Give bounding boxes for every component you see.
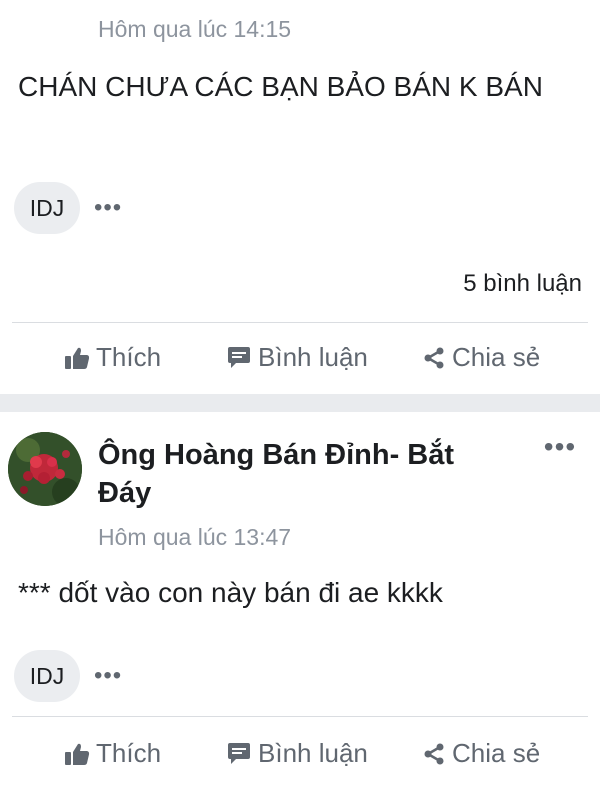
- comment-icon: [226, 346, 252, 370]
- reaction-row: IDJ •••: [14, 182, 122, 234]
- like-button[interactable]: Thích: [64, 738, 161, 769]
- share-label: Chia sẻ: [452, 342, 541, 372]
- comment-label: Bình luận: [258, 738, 368, 768]
- divider: [12, 716, 588, 717]
- like-label: Thích: [96, 738, 162, 768]
- post-timestamp[interactable]: Hôm qua lúc 13:47: [98, 522, 291, 552]
- reaction-sticker-button[interactable]: IDJ: [14, 650, 80, 702]
- share-button[interactable]: Chia sẻ: [422, 342, 540, 373]
- thumbs-up-icon: [64, 346, 90, 370]
- share-button[interactable]: Chia sẻ: [422, 738, 540, 769]
- thumbs-up-icon: [64, 742, 90, 766]
- post-timestamp[interactable]: Hôm qua lúc 14:15: [98, 14, 291, 44]
- post-actions: Thích Bình luận Chia sẻ: [0, 328, 600, 388]
- post-actions: Thích Bình luận Chia sẻ: [0, 724, 600, 784]
- comment-count[interactable]: 5 bình luận: [463, 268, 582, 300]
- more-reactions-button[interactable]: •••: [94, 196, 122, 220]
- like-button[interactable]: Thích: [64, 342, 161, 373]
- comment-button[interactable]: Bình luận: [226, 738, 368, 769]
- more-reactions-button[interactable]: •••: [94, 664, 122, 688]
- like-label: Thích: [96, 342, 162, 372]
- share-icon: [422, 742, 446, 766]
- news-feed: Hôm qua lúc 14:15 CHÁN CHƯA CÁC BẠN BẢO …: [0, 0, 600, 800]
- reaction-sticker-button[interactable]: IDJ: [14, 182, 80, 234]
- divider: [12, 322, 588, 323]
- reaction-row: IDJ •••: [14, 650, 122, 702]
- post-card: Ông Hoàng Bán Đỉnh- Bắt Đáy ••• Hôm qua …: [0, 412, 600, 800]
- comment-label: Bình luận: [258, 342, 368, 372]
- author-name[interactable]: Ông Hoàng Bán Đỉnh- Bắt Đáy: [98, 436, 498, 512]
- post-card: Hôm qua lúc 14:15 CHÁN CHƯA CÁC BẠN BẢO …: [0, 0, 600, 394]
- comment-icon: [226, 742, 252, 766]
- avatar[interactable]: [8, 432, 82, 506]
- share-icon: [422, 346, 446, 370]
- share-label: Chia sẻ: [452, 738, 541, 768]
- post-body: *** dốt vào con này bán đi ae kkkk: [18, 577, 443, 608]
- post-body: CHÁN CHƯA CÁC BẠN BẢO BÁN K BÁN: [18, 71, 543, 102]
- post-options-button[interactable]: •••: [540, 432, 580, 462]
- comment-button[interactable]: Bình luận: [226, 342, 368, 373]
